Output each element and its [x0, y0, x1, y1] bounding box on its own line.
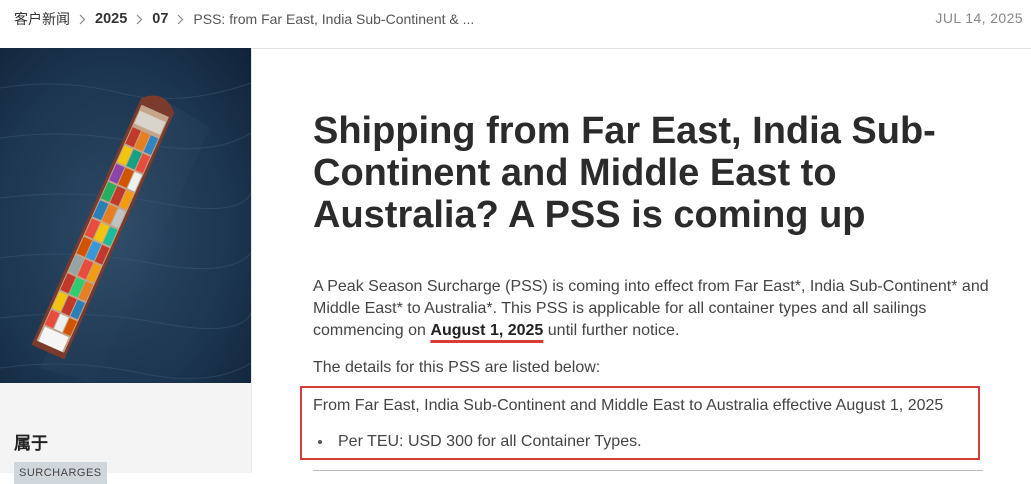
breadcrumb-item-month[interactable]: 07 — [152, 11, 168, 27]
chevron-right-icon — [177, 14, 184, 25]
chevron-right-icon — [79, 14, 86, 25]
breadcrumb-item-news[interactable]: 客户新闻 — [14, 9, 70, 29]
category-heading: 属于 — [14, 434, 48, 453]
effective-date: August 1, 2025 — [430, 322, 544, 339]
section-rule — [313, 470, 983, 471]
publish-date: JUL 14, 2025 — [935, 10, 1023, 26]
container-ship-image — [0, 48, 251, 383]
sidebar-divider — [251, 48, 252, 473]
article-intro: A Peak Season Surcharge (PSS) is coming … — [313, 276, 1003, 342]
intro-text-end: until further notice. — [543, 322, 680, 339]
bullet-icon — [318, 440, 322, 444]
details-intro: The details for this PSS are listed belo… — [313, 359, 601, 376]
breadcrumb-item-current: PSS: from Far East, India Sub-Continent … — [193, 11, 475, 27]
breadcrumb-item-year[interactable]: 2025 — [95, 11, 127, 27]
surcharge-bullet: Per TEU: USD 300 for all Container Types… — [318, 431, 642, 453]
sidebar: 属于 SURCHARGES — [0, 48, 251, 484]
category-tag[interactable]: SURCHARGES — [14, 462, 107, 484]
hero-image — [0, 48, 251, 383]
chevron-right-icon — [136, 14, 143, 25]
top-bar: 客户新闻 2025 07 PSS: from Far East, India S… — [0, 0, 1031, 49]
breadcrumb: 客户新闻 2025 07 PSS: from Far East, India S… — [14, 10, 474, 28]
article-title: Shipping from Far East, India Sub-Contin… — [313, 110, 936, 236]
surcharge-heading: From Far East, India Sub-Continent and M… — [313, 397, 944, 414]
surcharge-bullet-text: Per TEU: USD 300 for all Container Types… — [338, 433, 642, 450]
